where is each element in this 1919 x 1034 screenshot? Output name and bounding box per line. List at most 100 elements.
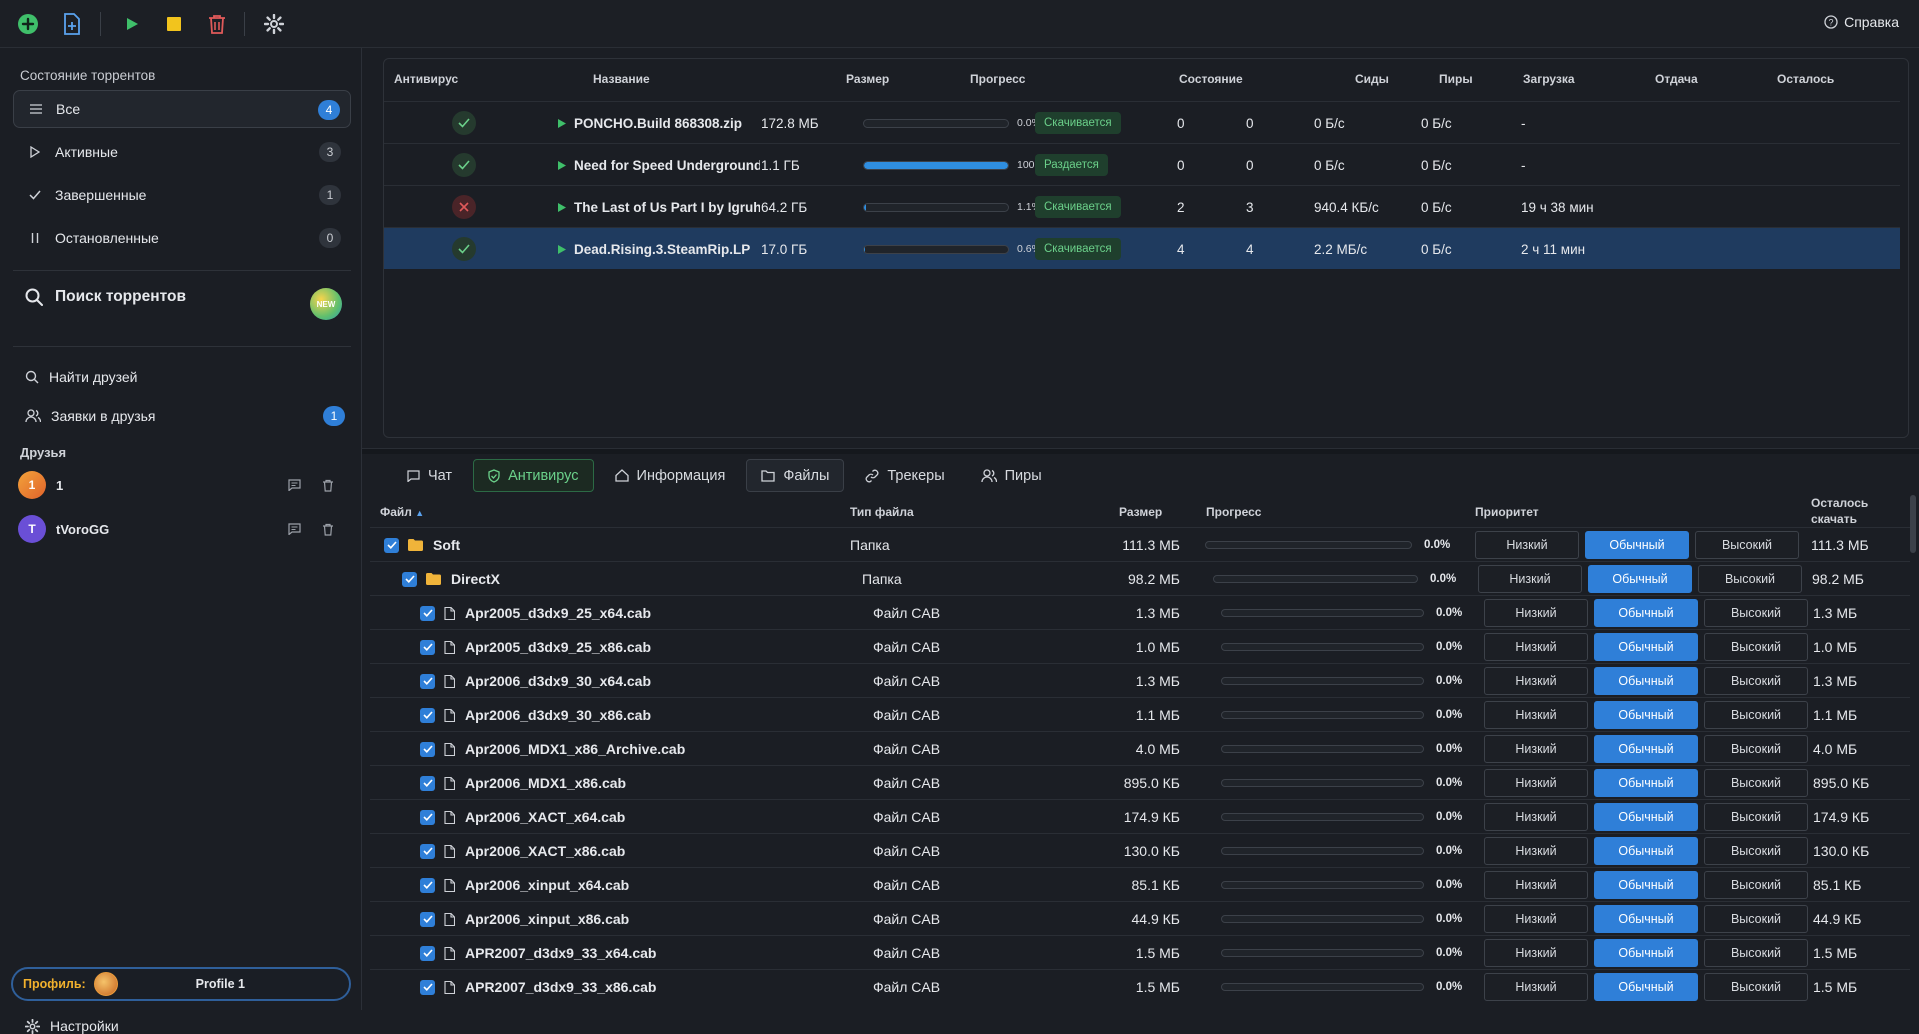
tab-chat[interactable]: Чат xyxy=(392,459,467,492)
file-checkbox[interactable] xyxy=(420,877,435,893)
priority-normal-button[interactable]: Обычный xyxy=(1594,871,1698,899)
chat-icon[interactable] xyxy=(286,477,302,493)
file-checkbox[interactable] xyxy=(420,775,435,791)
play-icon[interactable] xyxy=(558,228,566,270)
col-antivirus[interactable]: Антивирус xyxy=(394,72,458,86)
col-left-to-download[interactable]: Осталось скачать xyxy=(1811,495,1868,527)
sidebar-item-active[interactable]: Активные 3 xyxy=(13,133,351,171)
tab-peers[interactable]: Пиры xyxy=(966,459,1057,492)
plus-circle-icon[interactable] xyxy=(16,12,40,36)
priority-low-button[interactable]: Низкий xyxy=(1484,973,1588,1001)
priority-normal-button[interactable]: Обычный xyxy=(1594,837,1698,865)
priority-normal-button[interactable]: Обычный xyxy=(1594,769,1698,797)
play-icon[interactable] xyxy=(558,186,566,228)
priority-normal-button[interactable]: Обычный xyxy=(1594,973,1698,1001)
priority-high-button[interactable]: Высокий xyxy=(1695,531,1799,559)
file-row[interactable]: Apr2006_MDX1_x86_Archive.cab Файл CAB 4.0 … xyxy=(370,731,1910,765)
priority-high-button[interactable]: Высокий xyxy=(1704,701,1808,729)
priority-low-button[interactable]: Низкий xyxy=(1484,599,1588,627)
col-progress[interactable]: Прогресс xyxy=(1206,505,1261,519)
priority-high-button[interactable]: Высокий xyxy=(1704,837,1808,865)
file-row[interactable]: Apr2006_XACT_x86.cab Файл CAB 130.0 КБ 0.0%… xyxy=(370,833,1910,867)
priority-high-button[interactable]: Высокий xyxy=(1704,769,1808,797)
sidebar-item-completed[interactable]: Завершенные 1 xyxy=(13,176,351,214)
priority-normal-button[interactable]: Обычный xyxy=(1594,701,1698,729)
priority-low-button[interactable]: Низкий xyxy=(1484,939,1588,967)
priority-normal-button[interactable]: Обычный xyxy=(1594,599,1698,627)
priority-low-button[interactable]: Низкий xyxy=(1478,565,1582,593)
priority-normal-button[interactable]: Обычный xyxy=(1594,667,1698,695)
torrent-row[interactable]: The Last of Us Part I by Igruha 64.2 ГБ 1.… xyxy=(384,185,1900,227)
priority-low-button[interactable]: Низкий xyxy=(1484,803,1588,831)
col-peers[interactable]: Пиры xyxy=(1439,72,1473,86)
file-checkbox[interactable] xyxy=(420,979,435,995)
file-row[interactable]: Apr2005_d3dx9_25_x86.cab Файл CAB 1.0 МБ 0.… xyxy=(370,629,1910,663)
col-name[interactable]: Название xyxy=(593,72,650,86)
priority-high-button[interactable]: Высокий xyxy=(1704,973,1808,1001)
col-seeds[interactable]: Сиды xyxy=(1355,72,1389,86)
file-checkbox[interactable] xyxy=(420,605,435,621)
sidebar-item-all[interactable]: Все 4 xyxy=(13,90,351,128)
trash-icon[interactable] xyxy=(320,477,336,493)
priority-normal-button[interactable]: Обычный xyxy=(1594,803,1698,831)
file-row[interactable]: Apr2006_xinput_x86.cab Файл CAB 44.9 КБ 0.0… xyxy=(370,901,1910,935)
priority-high-button[interactable]: Высокий xyxy=(1704,633,1808,661)
priority-low-button[interactable]: Низкий xyxy=(1484,735,1588,763)
col-type[interactable]: Тип файла xyxy=(850,505,914,519)
file-row[interactable]: Apr2006_xinput_x64.cab Файл CAB 85.1 КБ 0.0… xyxy=(370,867,1910,901)
priority-high-button[interactable]: Высокий xyxy=(1704,735,1808,763)
friend-item[interactable]: T tVoroGG xyxy=(18,514,338,544)
friend-requests-button[interactable]: Заявки в друзья 1 xyxy=(25,406,345,426)
col-remaining[interactable]: Осталось xyxy=(1777,72,1834,86)
play-icon[interactable] xyxy=(120,12,144,36)
tab-info[interactable]: Информация xyxy=(600,459,741,492)
priority-high-button[interactable]: Высокий xyxy=(1704,871,1808,899)
trash-icon[interactable] xyxy=(320,521,336,537)
file-row[interactable]: Apr2006_MDX1_x86.cab Файл CAB 895.0 КБ 0.0%… xyxy=(370,765,1910,799)
folder-row[interactable]: Soft Папка 111.3 МБ 0.0% Низкий Обычный Высоки… xyxy=(370,527,1910,561)
play-icon[interactable] xyxy=(558,102,566,144)
priority-high-button[interactable]: Высокий xyxy=(1704,905,1808,933)
col-upload[interactable]: Отдача xyxy=(1655,72,1698,86)
priority-low-button[interactable]: Низкий xyxy=(1484,667,1588,695)
priority-high-button[interactable]: Высокий xyxy=(1704,599,1808,627)
file-row[interactable]: APR2007_d3dx9_33_x64.cab Файл CAB 1.5 МБ 0.… xyxy=(370,935,1910,969)
help-button[interactable]: ? Справка xyxy=(1824,14,1899,30)
profile-button[interactable]: Профиль: Profile 1 xyxy=(11,967,351,1001)
file-checkbox[interactable] xyxy=(384,537,399,553)
priority-low-button[interactable]: Низкий xyxy=(1484,837,1588,865)
settings-button[interactable]: Настройки xyxy=(25,1018,119,1034)
col-size[interactable]: Размер xyxy=(846,72,889,86)
file-checkbox[interactable] xyxy=(420,911,435,927)
sidebar-item-stopped[interactable]: Остановленные 0 xyxy=(13,219,351,257)
scrollbar[interactable] xyxy=(1910,495,1916,553)
tab-trackers[interactable]: Трекеры xyxy=(850,459,959,492)
tab-antivirus[interactable]: Антивирус xyxy=(473,459,594,492)
col-priority[interactable]: Приоритет xyxy=(1475,505,1539,519)
file-row[interactable]: Apr2006_d3dx9_30_x64.cab Файл CAB 1.3 МБ 0.… xyxy=(370,663,1910,697)
priority-normal-button[interactable]: Обычный xyxy=(1594,735,1698,763)
priority-normal-button[interactable]: Обычный xyxy=(1585,531,1689,559)
file-checkbox[interactable] xyxy=(420,639,435,655)
file-checkbox[interactable] xyxy=(402,571,417,587)
col-progress[interactable]: Прогресс xyxy=(970,72,1025,86)
trash-icon[interactable] xyxy=(205,12,229,36)
file-checkbox[interactable] xyxy=(420,945,435,961)
file-checkbox[interactable] xyxy=(420,843,435,859)
find-friends-button[interactable]: Найти друзей xyxy=(25,369,138,385)
file-row[interactable]: APR2007_d3dx9_33_x86.cab Файл CAB 1.5 МБ 0.… xyxy=(370,969,1910,1003)
priority-high-button[interactable]: Высокий xyxy=(1704,667,1808,695)
priority-high-button[interactable]: Высокий xyxy=(1704,803,1808,831)
file-checkbox[interactable] xyxy=(420,673,435,689)
file-checkbox[interactable] xyxy=(420,809,435,825)
file-checkbox[interactable] xyxy=(420,707,435,723)
torrent-row[interactable]: Dead.Rising.3.SteamRip.LP 17.0 ГБ 0.6% Скач… xyxy=(384,227,1900,269)
gear-icon[interactable] xyxy=(262,12,286,36)
priority-normal-button[interactable]: Обычный xyxy=(1588,565,1692,593)
priority-low-button[interactable]: Низкий xyxy=(1484,871,1588,899)
priority-low-button[interactable]: Низкий xyxy=(1475,531,1579,559)
torrent-row[interactable]: PONCHO.Build 868308.zip 172.8 МБ 0.0% Скачи… xyxy=(384,101,1900,143)
search-torrents-button[interactable]: Поиск торрентов xyxy=(25,288,186,306)
priority-high-button[interactable]: Высокий xyxy=(1704,939,1808,967)
file-row[interactable]: Apr2005_d3dx9_25_x64.cab Файл CAB 1.3 МБ 0.… xyxy=(370,595,1910,629)
